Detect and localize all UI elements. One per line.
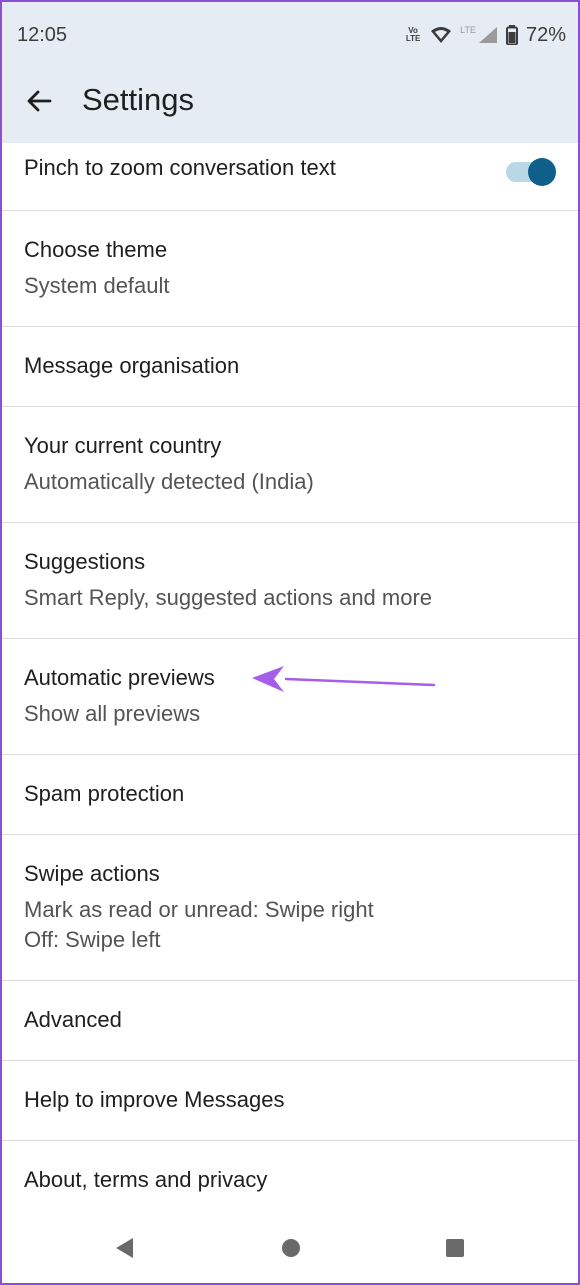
arrow-back-icon <box>27 90 52 112</box>
setting-about[interactable]: About, terms and privacy <box>0 1141 580 1221</box>
setting-suggestions[interactable]: Suggestions Smart Reply, suggested actio… <box>0 523 580 639</box>
setting-title: Swipe actions <box>24 861 160 886</box>
system-nav-bar <box>0 1212 580 1285</box>
nav-back-icon[interactable] <box>113 1236 137 1260</box>
signal-icon <box>478 27 497 43</box>
setting-spam-protection[interactable]: Spam protection <box>0 755 580 835</box>
setting-automatic-previews[interactable]: Automatic previews Show all previews <box>0 639 580 755</box>
setting-title: Your current country <box>24 433 222 458</box>
back-button[interactable] <box>18 80 60 122</box>
setting-title: Pinch to zoom conversation text <box>24 155 336 180</box>
nav-home-icon[interactable] <box>279 1236 303 1260</box>
setting-subtitle: Mark as read or unread: Swipe right <box>24 897 374 922</box>
setting-title: Suggestions <box>24 549 146 574</box>
status-bar: 12:05 Vo LTE LTE 72% <box>0 0 580 70</box>
setting-title: Help to improve Messages <box>24 1087 285 1112</box>
setting-subtitle: Show all previews <box>24 701 201 726</box>
pinch-zoom-toggle[interactable] <box>506 157 556 186</box>
toggle-thumb <box>528 158 556 186</box>
battery-percent: 72% <box>525 23 566 46</box>
lte-label: LTE <box>460 25 476 35</box>
setting-swipe-actions[interactable]: Swipe actions Mark as read or unread: Sw… <box>0 835 580 981</box>
setting-title: Spam protection <box>24 781 185 806</box>
volte-icon: Vo LTE <box>405 26 421 43</box>
setting-subtitle: System default <box>24 273 170 298</box>
setting-title: Message organisation <box>24 353 240 378</box>
nav-recents-icon[interactable] <box>443 1236 467 1260</box>
app-bar: Settings <box>0 70 580 143</box>
status-time: 12:05 <box>17 24 68 46</box>
battery-icon <box>505 25 518 45</box>
page-title: Settings <box>82 82 195 117</box>
setting-help-improve[interactable]: Help to improve Messages <box>0 1061 580 1141</box>
setting-pinch-to-zoom[interactable]: Pinch to zoom conversation text <box>0 143 580 211</box>
status-icons: Vo LTE LTE 72% <box>404 22 566 48</box>
wifi-icon <box>431 27 452 43</box>
setting-subtitle-2: Off: Swipe left <box>24 927 161 952</box>
header: 12:05 Vo LTE LTE 72% Settings <box>0 0 580 143</box>
setting-subtitle: Automatically detected (India) <box>24 469 314 494</box>
setting-title: Choose theme <box>24 237 168 262</box>
purple-arrow-icon <box>252 666 436 692</box>
setting-title: Advanced <box>24 1007 122 1032</box>
setting-current-country[interactable]: Your current country Automatically detec… <box>0 407 580 523</box>
setting-message-organisation[interactable]: Message organisation <box>0 327 580 407</box>
setting-choose-theme[interactable]: Choose theme System default <box>0 211 580 327</box>
setting-advanced[interactable]: Advanced <box>0 981 580 1061</box>
setting-subtitle: Smart Reply, suggested actions and more <box>24 585 433 610</box>
setting-title: About, terms and privacy <box>24 1167 268 1192</box>
